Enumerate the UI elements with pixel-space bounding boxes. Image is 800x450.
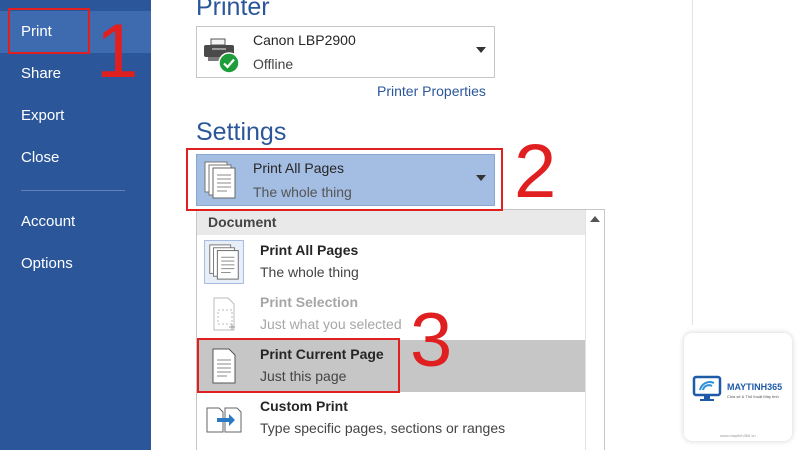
- printer-name: Canon LBP2900: [253, 32, 356, 48]
- check-circle-icon: [218, 52, 240, 74]
- watermark-url: www.maytinh365.vn: [720, 433, 756, 438]
- annotation-box-settings: [186, 148, 503, 211]
- printer-section-title: Printer: [196, 0, 270, 21]
- nav-item-account[interactable]: Account: [0, 201, 151, 243]
- printer-properties-link[interactable]: Printer Properties: [377, 83, 486, 99]
- nav-item-export[interactable]: Export: [0, 95, 151, 137]
- option-subtitle: The whole thing: [260, 264, 359, 280]
- option-title: Print All Pages: [260, 242, 359, 258]
- option-print-selection[interactable]: Print Selection Just what you selected: [197, 288, 586, 340]
- nav-divider: [21, 190, 125, 191]
- scroll-up-arrow-icon[interactable]: [590, 216, 600, 222]
- settings-section-title: Settings: [196, 118, 287, 146]
- option-subtitle: Just what you selected: [260, 316, 402, 332]
- watermark-logo: MAYTINH365 Chia sẻ & Thủ thuật Máy tính …: [684, 333, 792, 441]
- annotation-number-2: 2: [514, 129, 557, 214]
- printer-dropdown[interactable]: Canon LBP2900 Offline: [196, 26, 495, 78]
- all-pages-icon: [204, 240, 244, 284]
- watermark-brand: MAYTINH365: [727, 382, 783, 392]
- nav-item-close[interactable]: Close: [0, 137, 151, 179]
- menu-scrollbar[interactable]: [585, 210, 604, 450]
- selection-icon: [213, 297, 235, 331]
- option-title: Custom Print: [260, 398, 348, 414]
- nav-item-options[interactable]: Options: [0, 243, 151, 285]
- annotation-box-print: [8, 8, 90, 54]
- annotation-number-1: 1: [96, 9, 139, 94]
- menu-group-label: Document: [208, 214, 277, 230]
- chevron-down-icon: [476, 47, 486, 53]
- watermark-tagline: Chia sẻ & Thủ thuật Máy tính: [727, 394, 779, 399]
- option-subtitle: Type specific pages, sections or ranges: [260, 420, 506, 436]
- printer-status: Offline: [253, 56, 294, 72]
- option-print-all-pages[interactable]: Print All Pages The whole thing: [197, 236, 586, 288]
- annotation-box-current-page: [197, 338, 400, 393]
- annotation-number-3: 3: [410, 298, 453, 383]
- custom-print-icon: [206, 407, 242, 433]
- monitor-logo-icon: [692, 375, 722, 401]
- print-range-menu: Document Print All Pages The whole thing…: [196, 209, 605, 450]
- option-custom-print[interactable]: Custom Print Type specific pages, sectio…: [197, 392, 586, 444]
- panel-divider: [692, 0, 693, 325]
- option-title: Print Selection: [260, 294, 359, 310]
